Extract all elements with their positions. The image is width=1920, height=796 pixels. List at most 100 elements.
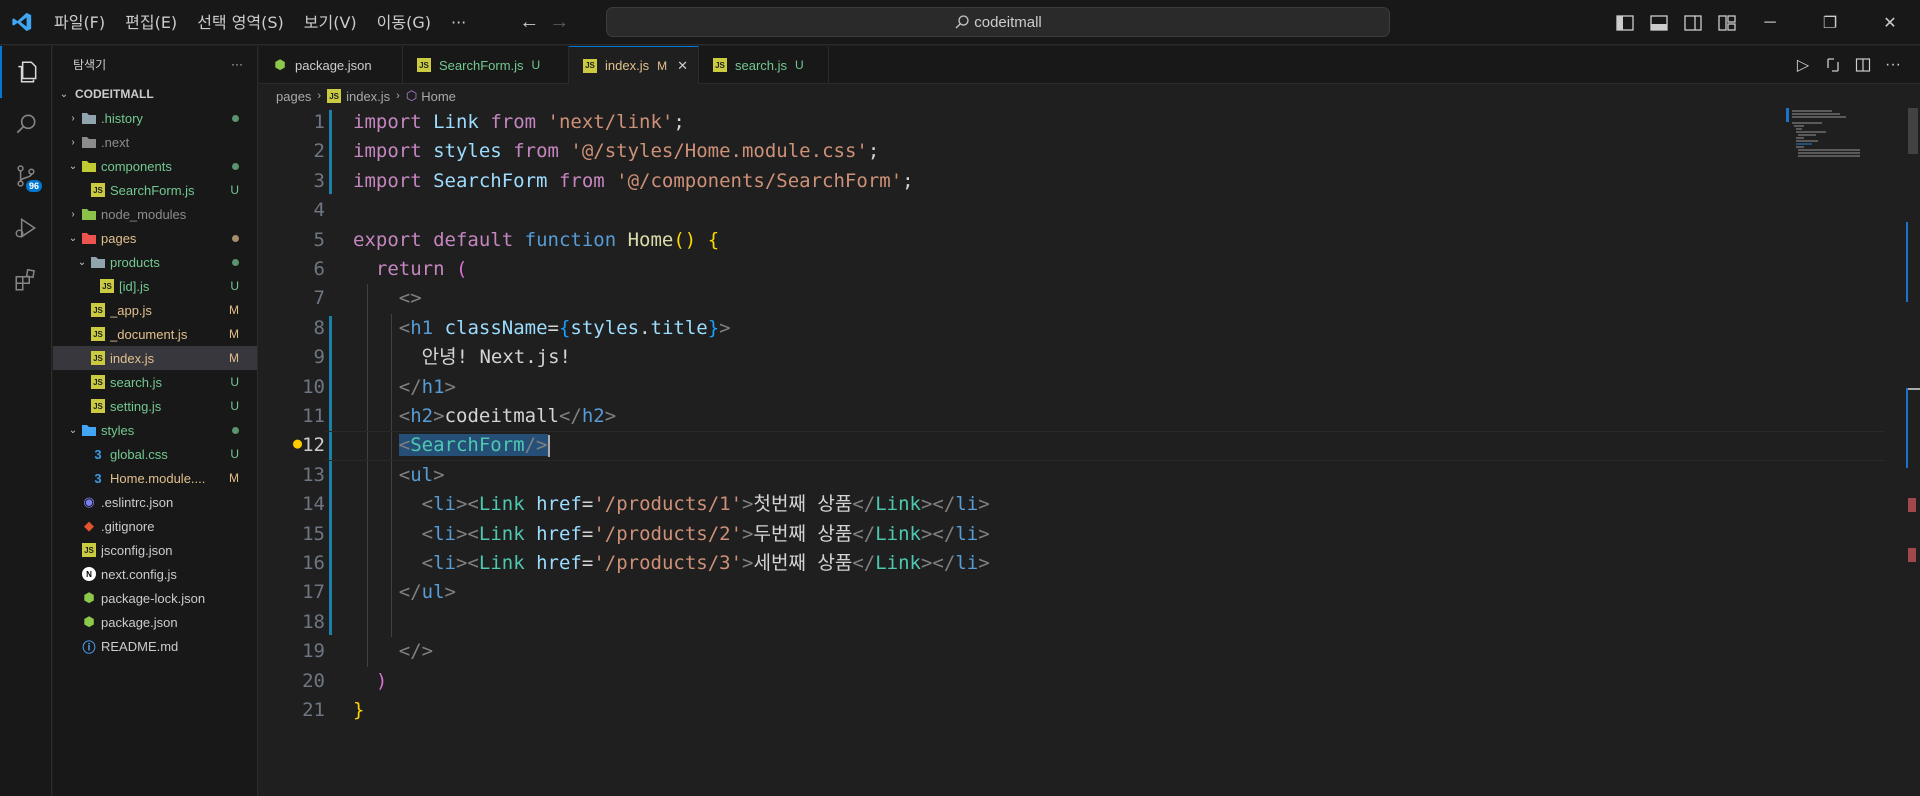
code-token: > <box>742 493 754 516</box>
tree-folder[interactable]: › .next <box>53 130 257 154</box>
tree-folder[interactable]: › node_modules <box>53 202 257 226</box>
code-token: ></ <box>920 493 956 516</box>
menu-item[interactable]: 선택 영역(S) <box>187 0 294 45</box>
tree-file[interactable]: JS _document.js M <box>53 322 257 346</box>
vscode-logo-icon <box>0 0 44 45</box>
next-file-icon: N <box>82 567 96 581</box>
close-window-icon[interactable]: ✕ <box>1860 0 1920 45</box>
code-token: export <box>353 228 422 251</box>
code-token: import <box>353 169 422 192</box>
code-token: <> <box>398 287 422 310</box>
line-number: 12 <box>302 434 325 457</box>
menu-item[interactable]: 이동(G) <box>367 0 441 45</box>
git-status-badge: U <box>230 375 239 389</box>
layout-controls <box>1608 0 1744 45</box>
tree-folder[interactable]: ⌄ products <box>53 250 257 274</box>
tree-file[interactable]: 3 global.css U <box>53 442 257 466</box>
tree-file[interactable]: 3 Home.module.... M <box>53 466 257 490</box>
forward-arrow-icon[interactable]: → <box>544 7 574 37</box>
close-tab-icon[interactable]: ✕ <box>677 58 688 74</box>
js-file-icon: JS <box>91 303 105 317</box>
editor-tab[interactable]: JS SearchForm.js U <box>403 46 569 84</box>
code-editor[interactable]: ● 1 import Link from 'next/link'; 2 import s… <box>259 108 1900 796</box>
tree-item-label: package.json <box>101 614 178 630</box>
tree-file[interactable]: JS [id].js U <box>53 274 257 298</box>
menu-item[interactable]: 보기(V) <box>294 0 367 45</box>
menu-item[interactable]: 파일(F) <box>44 0 115 45</box>
tree-file[interactable]: JS jsconfig.json <box>53 538 257 562</box>
code-token: = <box>581 522 594 545</box>
restore-icon[interactable]: ❐ <box>1800 0 1860 45</box>
tree-file[interactable]: JS index.js M <box>53 346 257 370</box>
tree-file[interactable]: JS setting.js U <box>53 394 257 418</box>
menu-item[interactable]: 편집(E) <box>115 0 187 45</box>
breadcrumb-file[interactable]: index.js <box>346 89 390 104</box>
line-number: 6 <box>313 258 325 280</box>
minimap[interactable] <box>1786 108 1896 168</box>
folder-components-icon <box>82 159 96 173</box>
line-number: 19 <box>302 640 325 663</box>
node-file-icon: ⬢ <box>83 614 95 629</box>
js-file-icon: JS <box>100 279 114 293</box>
tree-file[interactable]: ⬢ package-lock.json <box>53 586 257 610</box>
line-number: 20 <box>302 669 325 692</box>
toggle-panel-icon[interactable] <box>1642 14 1676 31</box>
more-actions-icon[interactable]: ··· <box>231 57 243 71</box>
toggle-secondary-sidebar-icon[interactable] <box>1676 14 1710 31</box>
tree-folder[interactable]: ⌄ components <box>53 154 257 178</box>
run-debug-icon[interactable] <box>0 202 52 254</box>
tree-folder[interactable]: ⌄ styles <box>53 418 257 442</box>
breadcrumb-pages[interactable]: pages <box>276 89 311 104</box>
code-token: </ <box>558 405 582 427</box>
tree-folder[interactable]: ⌄ pages <box>53 226 257 250</box>
source-control-icon[interactable]: 96 <box>0 150 52 202</box>
compare-changes-icon[interactable] <box>1818 57 1848 73</box>
search-activity-icon[interactable] <box>0 98 52 150</box>
code-token: < <box>398 434 411 457</box>
tree-file[interactable]: ◆ .gitignore <box>53 514 257 538</box>
tree-file[interactable]: ◉ .eslintrc.json <box>53 490 257 514</box>
code-token: 세번째 상품 <box>753 552 853 574</box>
more-editor-actions-icon[interactable]: ··· <box>1878 56 1908 74</box>
explorer-icon[interactable] <box>0 46 52 98</box>
code-token: h1 <box>410 316 434 339</box>
code-token: > <box>978 552 990 574</box>
tree-file[interactable]: ⓘ README.md <box>53 634 257 658</box>
code-token: </ <box>398 581 422 604</box>
code-line: <SearchForm/> <box>353 431 550 460</box>
extensions-icon[interactable] <box>0 254 52 306</box>
tree-file[interactable]: JS _app.js M <box>53 298 257 322</box>
git-status-badge: U <box>230 183 239 197</box>
code-token: > <box>433 405 445 427</box>
code-line: ) <box>353 667 387 696</box>
code-token: 안녕! Next.js! <box>353 346 571 369</box>
line-number: 13 <box>302 463 325 486</box>
editor-tab[interactable]: JS search.js U <box>699 46 829 84</box>
code-token: > <box>719 316 731 339</box>
back-arrow-icon[interactable]: ← <box>514 7 544 37</box>
command-center-search[interactable]: codeitmall <box>606 7 1390 37</box>
menu-more-icon[interactable]: ··· <box>441 0 476 45</box>
code-token: Link <box>875 552 921 574</box>
tree-folder[interactable]: › .history <box>53 106 257 130</box>
toggle-primary-sidebar-icon[interactable] <box>1608 14 1642 31</box>
run-icon[interactable]: ▷ <box>1788 55 1818 75</box>
tree-file[interactable]: JS SearchForm.js U <box>53 178 257 202</box>
customize-layout-icon[interactable] <box>1710 14 1744 31</box>
workspace-root[interactable]: ⌄ CODEITMALL <box>53 82 257 106</box>
editor-tab[interactable]: JS index.js M ✕ <box>569 46 699 84</box>
split-editor-icon[interactable] <box>1848 57 1878 73</box>
tree-file[interactable]: ⬢ package.json <box>53 610 257 634</box>
minimize-icon[interactable]: ─ <box>1740 0 1800 45</box>
tree-file[interactable]: Nnext.config.js <box>53 562 257 586</box>
code-line: <h1 className={styles.title}> <box>353 314 731 343</box>
tree-file[interactable]: JS search.js U <box>53 370 257 394</box>
breadcrumb-symbol[interactable]: Home <box>421 89 456 104</box>
editor-tab[interactable]: ⬢ package.json <box>259 46 403 84</box>
code-token: < <box>398 463 411 486</box>
vertical-scrollbar[interactable] <box>1906 108 1920 796</box>
code-token: ul <box>421 581 445 604</box>
